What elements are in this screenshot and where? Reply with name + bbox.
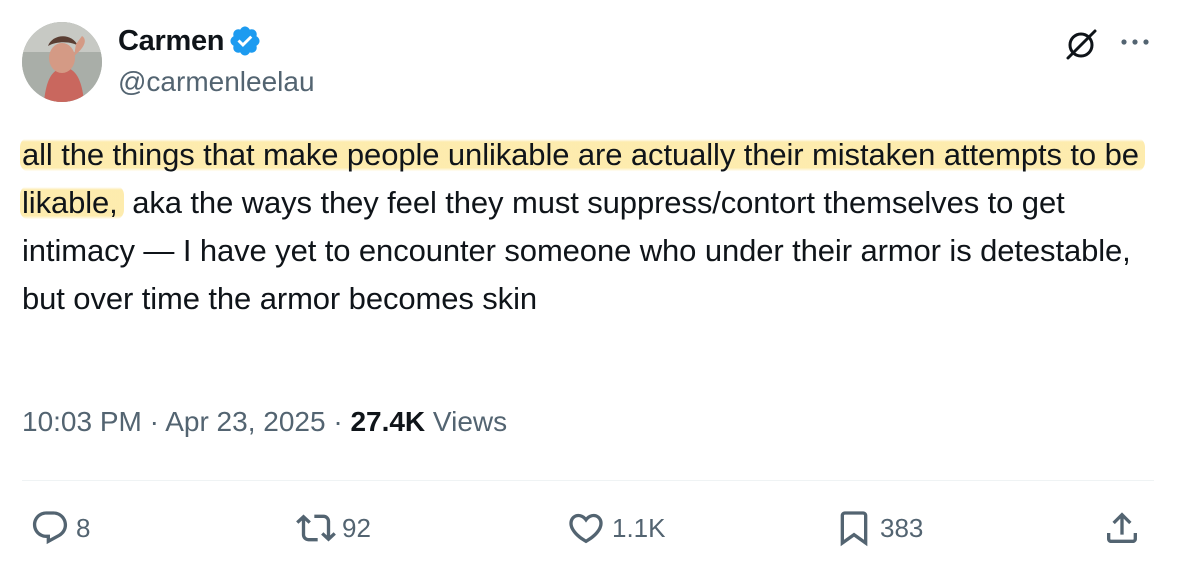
repost-count: 92 <box>342 512 371 543</box>
views-label: Views <box>425 406 508 437</box>
avatar-image <box>22 22 102 102</box>
heart-icon <box>569 513 603 544</box>
repost-icon <box>296 514 336 542</box>
bookmark-button[interactable]: 383 <box>834 508 923 548</box>
like-button[interactable]: 1.1K <box>566 508 666 548</box>
grok-icon[interactable] <box>1064 26 1100 62</box>
share-button[interactable] <box>1102 508 1142 548</box>
more-icon[interactable] <box>1118 30 1152 54</box>
repost-button[interactable]: 92 <box>296 508 371 548</box>
tweet-time[interactable]: 10:03 PM <box>22 406 142 437</box>
bookmark-count: 383 <box>880 512 924 543</box>
avatar[interactable] <box>22 22 102 102</box>
tweet-text: all the things that make people unlikabl… <box>20 131 1152 323</box>
reply-button[interactable]: 8 <box>30 508 90 548</box>
action-bar: 8 92 1.1K 383 <box>0 500 1180 560</box>
bookmark-icon <box>840 511 868 547</box>
author-name-row: Carmen <box>118 24 262 58</box>
author-handle[interactable]: @carmenleelau <box>118 66 315 98</box>
tweet-meta: 10:03 PM · Apr 23, 2025 · 27.4K Views <box>22 406 507 438</box>
meta-separator: · <box>141 406 166 437</box>
author-display-name[interactable]: Carmen <box>118 25 224 58</box>
reply-count: 8 <box>76 512 91 543</box>
views-count[interactable]: 27.4K <box>350 406 425 437</box>
verified-badge-icon[interactable] <box>228 24 262 58</box>
reply-icon <box>32 511 68 545</box>
divider <box>22 480 1154 481</box>
tweet-body-text: aka the ways they feel they must suppres… <box>22 185 1131 316</box>
like-count: 1.1K <box>612 512 666 543</box>
tweet-date[interactable]: Apr 23, 2025 <box>165 406 325 437</box>
meta-separator: · <box>325 406 351 437</box>
share-icon <box>1107 512 1137 543</box>
